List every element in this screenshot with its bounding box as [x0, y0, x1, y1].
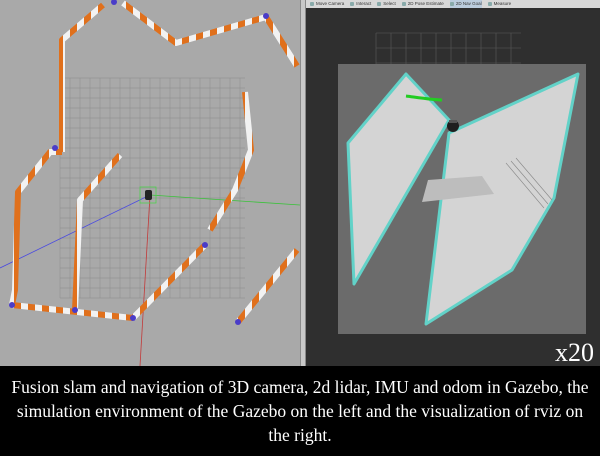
- nav-goal-icon: [449, 2, 454, 6]
- z-axis-line: [139, 194, 151, 366]
- rviz-toolbar: Move Camera Interact Select 2D Pose Esti…: [306, 0, 600, 8]
- gazebo-scene: [0, 0, 300, 366]
- camera-icon: [310, 2, 314, 6]
- tool-2d-nav-goal[interactable]: 2D Nav Goal: [449, 0, 482, 8]
- interact-icon: [350, 2, 355, 6]
- tool-interact[interactable]: Interact: [350, 0, 371, 8]
- caption-text: Fusion slam and navigation of 3D camera,…: [11, 377, 589, 445]
- tool-move-camera[interactable]: Move Camera: [310, 0, 344, 8]
- rviz-panel: Move Camera Interact Select 2D Pose Esti…: [306, 0, 600, 366]
- playback-speed-label: x20: [555, 338, 594, 366]
- pose-estimate-icon: [401, 2, 406, 6]
- rviz-3d-view[interactable]: [306, 8, 600, 366]
- measure-icon: [487, 2, 492, 6]
- barrier-walls: [9, 0, 300, 324]
- tool-select[interactable]: Select: [377, 0, 396, 8]
- gazebo-viewport[interactable]: [0, 0, 300, 366]
- caption-bar: Fusion slam and navigation of 3D camera,…: [0, 366, 600, 456]
- rviz-robot: [447, 120, 459, 132]
- tool-2d-pose-estimate[interactable]: 2D Pose Estimate: [401, 0, 444, 8]
- select-icon: [377, 2, 382, 6]
- tool-measure[interactable]: Measure: [487, 0, 511, 8]
